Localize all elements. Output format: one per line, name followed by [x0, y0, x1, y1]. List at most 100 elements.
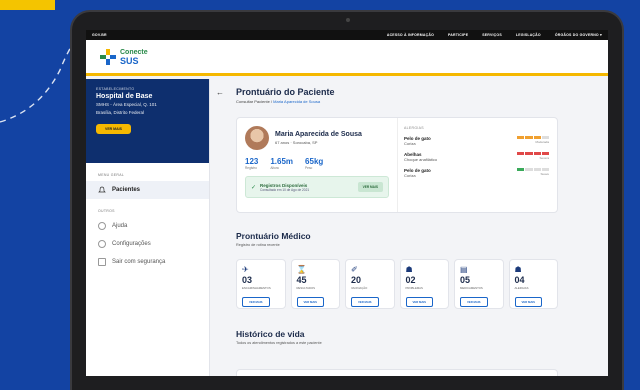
gear-icon [98, 240, 106, 248]
records-subtitle: Consultado em 10 de Ago de 2021 [260, 187, 310, 192]
sidebar-item-patients[interactable]: Pacientes [86, 181, 209, 199]
laptop-frame: GOV.BR ACESSO À INFORMAÇÃO PARTICIPE SER… [72, 12, 622, 390]
patient-stats: 123 Registro 1.65m Altura 65kg Peso [245, 157, 389, 170]
establishment-panel: ESTABELECIMENTO Hospital de Base SMHS - … [86, 79, 209, 163]
sidebar-item-settings-label: Configurações [112, 241, 151, 247]
conecte-sus-logo[interactable]: Conecte SUS [100, 48, 148, 65]
plane-icon: ✈ [242, 265, 249, 274]
stat-label: Altura [270, 166, 279, 170]
sidebar-item-help-label: Ajuda [112, 223, 128, 229]
sidebar-item-settings[interactable]: Configurações [86, 235, 209, 253]
patient-card: Maria Aparecida de Sousa 67 anos · Soroc… [236, 117, 558, 213]
establishment-more-button[interactable]: VER MAIS [96, 124, 131, 134]
sidebar-item-logout[interactable]: Sair com segurança [86, 253, 209, 271]
establishment-address-2: Brasília, Distrito Federal [96, 110, 145, 115]
severity-label: Severa [539, 155, 549, 160]
tile-more-button[interactable]: VER MAIS [405, 297, 434, 307]
tile-results: ⌛ 45 RESULTADOS VER MAIS [290, 259, 340, 309]
tile-label: ENCAMINHAMENTOS [242, 286, 271, 290]
stat-label: Registro [245, 166, 257, 170]
menu-others-header: OUTROS [98, 209, 115, 213]
records-banner: ✓ Registros Disponíveis Consultado em 10… [245, 176, 389, 198]
breadcrumb: Consultar Paciente / Maria Aparecida de … [236, 99, 594, 104]
tile-more-button[interactable]: VER MAIS [296, 297, 325, 307]
history-section-subtitle: Todos os atendimentos registrados a este… [236, 341, 322, 345]
patient-info: 67 anos · Sorocaba, SP [275, 140, 318, 145]
allergy-reaction: Coriza [404, 141, 416, 146]
severity-label: Moderada [535, 139, 549, 144]
gov-link-legislacao[interactable]: LEGISLAÇÃO [516, 33, 541, 37]
tile-count: 20 [351, 275, 362, 285]
bell-icon [98, 186, 106, 193]
sidebar-item-help[interactable]: Ajuda [86, 217, 209, 235]
stat-value: 65kg [305, 157, 324, 166]
yellow-corner-tag [0, 0, 55, 10]
tile-label: RESULTADOS [296, 286, 316, 290]
gov-link-servicos[interactable]: SERVIÇOS [482, 33, 502, 37]
tile-referrals: ✈ 03 ENCAMINHAMENTOS VER MAIS [236, 259, 286, 309]
breadcrumb-root[interactable]: Consultar Paciente / [236, 99, 272, 104]
gov-bar: GOV.BR ACESSO À INFORMAÇÃO PARTICIPE SER… [86, 30, 608, 40]
medication-icon: ▤ [460, 265, 468, 274]
main-content: ← Prontuário do Paciente Consultar Pacie… [210, 79, 608, 376]
establishment-address-1: SMHS - Área Especial, Q. 101 [96, 102, 157, 107]
page-title: Prontuário do Paciente [236, 87, 335, 97]
stat-value: 1.65m [270, 157, 294, 166]
severity-label: Suave [540, 171, 549, 176]
allergy-icon: ☗ [514, 265, 522, 274]
severity-bar [517, 168, 549, 171]
allergy-reaction: Coriza [404, 173, 416, 178]
medical-section-title: Prontuário Médico [236, 231, 311, 241]
patient-name: Maria Aparecida de Sousa [275, 131, 362, 138]
allergy-item: Abelhas Choque anafilático Severa [404, 152, 549, 162]
allergies-panel: ALERGIAS Pelo de gato Coriza Moderada Abe… [397, 118, 557, 212]
syringe-icon: ✐ [351, 265, 358, 274]
hourglass-icon: ⌛ [296, 265, 307, 274]
tile-label: PROBLEMAS [405, 286, 423, 290]
medical-tiles: ✈ 03 ENCAMINHAMENTOS VER MAIS ⌛ 45 RESULTADOS… [236, 259, 558, 309]
logout-icon [98, 258, 106, 266]
allergy-item: Pelo de gato Coriza Moderada [404, 136, 549, 146]
allergy-item: Pelo de gato Coriza Suave [404, 168, 549, 178]
tile-label: MEDICAMENTOS [460, 286, 483, 290]
tile-count: 04 [514, 275, 525, 285]
breadcrumb-current[interactable]: Maria Aparecida de Sousa [273, 99, 320, 104]
tile-label: ALERGIAS [514, 286, 529, 290]
tile-vaccination: ✐ 20 VACINAÇÃO VER MAIS [345, 259, 395, 309]
back-arrow-icon[interactable]: ← [216, 88, 224, 97]
records-more-button[interactable]: VER MAIS [357, 182, 383, 192]
gov-brand[interactable]: GOV.BR [92, 33, 107, 37]
stat-value: 123 [245, 157, 259, 166]
app-screen: GOV.BR ACESSO À INFORMAÇÃO PARTICIPE SER… [86, 30, 608, 376]
allergy-reaction: Choque anafilático [404, 157, 438, 162]
tile-more-button[interactable]: VER MAIS [242, 297, 270, 307]
patient-summary: Maria Aparecida de Sousa 67 anos · Soroc… [237, 118, 397, 212]
lungs-icon: ☗ [405, 265, 413, 274]
tile-count: 03 [242, 275, 253, 285]
gov-link-participe[interactable]: PARTICIPE [448, 33, 468, 37]
menu-main-header: MENU GERAL [98, 173, 125, 177]
app-header: Conecte SUS [86, 40, 608, 76]
check-icon: ✓ [251, 184, 257, 191]
allergies-header: ALERGIAS [404, 126, 424, 130]
tile-medications: ▤ 05 MEDICAMENTOS VER MAIS [454, 259, 504, 309]
avatar [245, 126, 269, 150]
tile-more-button[interactable]: VER MAIS [514, 297, 543, 307]
establishment-name: Hospital de Base [96, 93, 153, 100]
gov-link-orgaos[interactable]: ÓRGÃOS DO GOVERNO ▾ [555, 33, 602, 37]
tile-count: 05 [460, 275, 471, 285]
medical-section-subtitle: Registro de rotina recente [236, 243, 280, 247]
help-icon [98, 222, 106, 230]
sidebar: ESTABELECIMENTO Hospital de Base SMHS - … [86, 79, 210, 376]
severity-bar [517, 136, 549, 139]
tile-more-button[interactable]: VER MAIS [460, 297, 488, 307]
camera-dot [346, 18, 350, 22]
sidebar-item-patients-label: Pacientes [112, 187, 141, 193]
tile-more-button[interactable]: VER MAIS [351, 297, 379, 307]
tile-count: 45 [296, 275, 307, 285]
tile-problems: ☗ 02 PROBLEMAS VER MAIS [399, 259, 449, 309]
history-card [236, 369, 558, 376]
cross-logo-icon [100, 48, 116, 65]
gov-link-access[interactable]: ACESSO À INFORMAÇÃO [387, 33, 434, 37]
tile-allergies: ☗ 04 ALERGIAS VER MAIS [508, 259, 558, 309]
